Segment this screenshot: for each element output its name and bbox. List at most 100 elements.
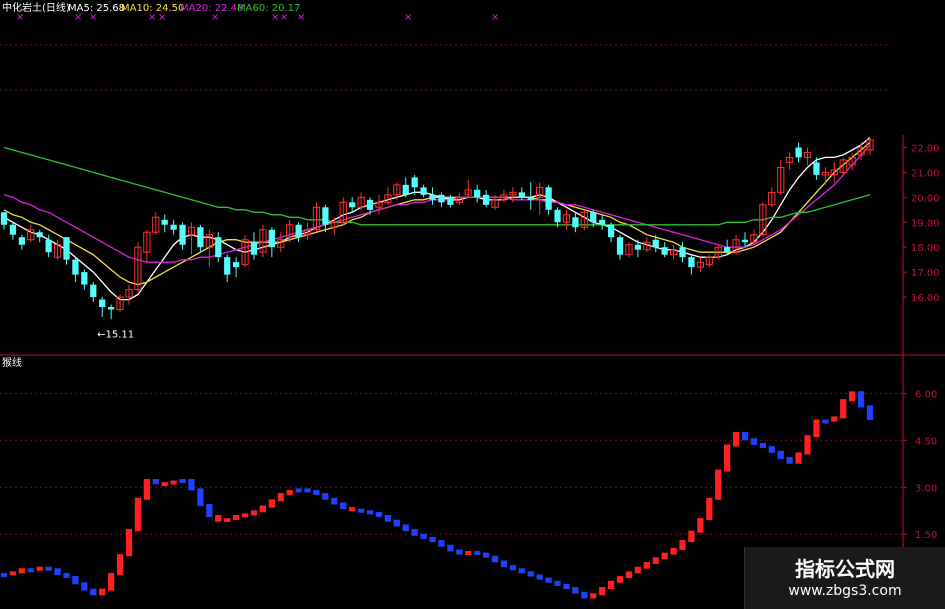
indicator-bar bbox=[491, 555, 499, 563]
indicator-bar bbox=[27, 568, 34, 573]
candle-body bbox=[411, 177, 418, 188]
candle-body bbox=[813, 162, 820, 175]
indicator-tick-label: 6.00 bbox=[915, 389, 937, 400]
indicator-bar bbox=[393, 519, 400, 527]
candle-body bbox=[0, 212, 8, 225]
indicator-bar bbox=[357, 508, 365, 513]
indicator-bar bbox=[384, 515, 392, 522]
candlesticks bbox=[0, 137, 874, 320]
candle-body bbox=[679, 247, 686, 258]
indicator-bar bbox=[857, 391, 865, 408]
indicator-bar bbox=[286, 489, 293, 496]
indicator-bar bbox=[18, 568, 25, 574]
candle-body bbox=[661, 247, 668, 255]
candle-body bbox=[215, 237, 222, 258]
candle-body bbox=[72, 259, 79, 275]
indicator-bar bbox=[268, 499, 275, 508]
indicator-bar bbox=[724, 444, 731, 472]
low-price-annotation: ←15.11 bbox=[97, 329, 134, 340]
candle-body bbox=[268, 229, 275, 248]
indicator-bar bbox=[63, 572, 70, 579]
indicator-bar bbox=[90, 588, 97, 596]
indicator-bar bbox=[509, 565, 517, 571]
indicator-tick-label: 4.50 bbox=[915, 436, 937, 447]
stock-chart: 16.00 17.00 18.00 19.00 20.00 21.00 22.00 1.50… bbox=[0, 1, 945, 609]
price-tick-label: 16.00 bbox=[911, 293, 940, 304]
watermark: 指标公式网 www.zbgs3.com bbox=[744, 547, 945, 609]
indicator-bar bbox=[250, 510, 258, 516]
indicator-bar bbox=[36, 566, 43, 571]
indicator-bar bbox=[563, 583, 570, 590]
indicator-tick-label: 3.00 bbox=[915, 483, 937, 494]
indicator-bar bbox=[340, 502, 347, 510]
indicator-bar bbox=[0, 572, 8, 577]
indicator-bar bbox=[688, 530, 695, 543]
indicator-bar bbox=[750, 438, 758, 445]
indicator-bar bbox=[518, 568, 525, 574]
indicator-bar bbox=[81, 582, 88, 591]
indicator-bar bbox=[125, 529, 133, 557]
candle-body bbox=[518, 192, 525, 198]
price-tick-label: 18.00 bbox=[911, 243, 940, 254]
indicator-bar bbox=[777, 450, 784, 460]
indicator-bar bbox=[706, 497, 713, 521]
candle-body bbox=[616, 237, 624, 255]
indicator-bar bbox=[54, 568, 61, 575]
candle-body bbox=[599, 219, 606, 225]
candle-body bbox=[474, 189, 481, 198]
indicator-bar bbox=[572, 587, 579, 594]
candle-body bbox=[250, 242, 258, 255]
candle-body bbox=[590, 212, 597, 223]
candle-body bbox=[607, 224, 615, 238]
indicator-bar bbox=[277, 493, 284, 502]
indicator-bar bbox=[482, 552, 490, 558]
indicator-bar bbox=[179, 479, 186, 483]
price-tick-label: 21.00 bbox=[911, 168, 940, 179]
price-tick-label: 20.00 bbox=[911, 193, 940, 204]
candle-body bbox=[402, 184, 409, 195]
indicator-bar bbox=[849, 391, 856, 402]
candle-body bbox=[170, 224, 177, 230]
indicator-bar bbox=[652, 557, 659, 564]
indicator-tick-label: 1.50 bbox=[915, 530, 937, 541]
indicator-bar bbox=[108, 572, 115, 591]
indicator-bar bbox=[366, 510, 374, 515]
candle-body bbox=[18, 237, 25, 245]
indicator-bar bbox=[152, 479, 159, 485]
indicator-bar bbox=[616, 576, 624, 583]
indicator-bar bbox=[661, 552, 668, 560]
indicator-bar bbox=[72, 576, 79, 585]
candle-body bbox=[724, 247, 731, 253]
candle-body bbox=[572, 217, 579, 228]
indicator-bar bbox=[116, 554, 124, 575]
indicator-bar bbox=[9, 571, 17, 576]
indicator-bar bbox=[759, 442, 766, 449]
price-tick-label: 22.00 bbox=[911, 143, 940, 154]
indicator-bar bbox=[99, 588, 106, 596]
ma5-label: MA5: 25.68 bbox=[68, 3, 125, 14]
moving-average-lines bbox=[3, 137, 871, 301]
indicator-bar bbox=[545, 577, 552, 583]
price-tick-label: 17.00 bbox=[911, 268, 940, 279]
candle-body bbox=[349, 202, 356, 208]
indicator-bar bbox=[224, 518, 231, 523]
indicator-bar bbox=[554, 580, 561, 586]
ma-line-ma20 bbox=[3, 144, 871, 263]
indicator-bar bbox=[206, 504, 213, 518]
candle-body bbox=[179, 224, 186, 245]
candle-body bbox=[99, 299, 106, 308]
indicator-bar bbox=[741, 432, 749, 441]
candle-body bbox=[232, 262, 240, 268]
candle-body bbox=[224, 257, 231, 275]
indicator-bar bbox=[607, 580, 615, 590]
indicator-bar bbox=[536, 574, 543, 580]
indicator-bar bbox=[215, 515, 222, 522]
ma-line-ma10 bbox=[3, 142, 871, 286]
candle-body bbox=[90, 284, 97, 298]
indicator-bar bbox=[866, 405, 874, 420]
candle-body bbox=[429, 194, 436, 200]
indicator-bar bbox=[375, 511, 383, 518]
price-grid bbox=[0, 44, 945, 356]
indicator-bar bbox=[840, 399, 847, 419]
indicator-bar bbox=[304, 488, 311, 493]
